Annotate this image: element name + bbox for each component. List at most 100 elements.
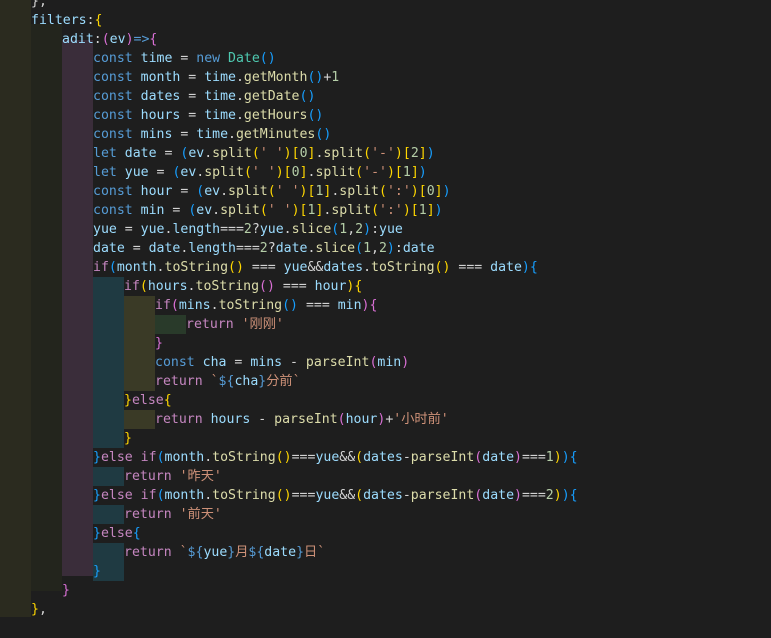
- code-line[interactable]: }: [93, 562, 101, 581]
- code-line[interactable]: adit:(ev)=>{: [62, 30, 157, 49]
- code-line[interactable]: }else{: [93, 524, 141, 543]
- indent-guide: [93, 372, 124, 391]
- code-token: (: [355, 488, 364, 503]
- code-token: ev: [188, 146, 205, 161]
- code-line[interactable]: if(month.toString() === yue&&dates.toStr…: [93, 258, 538, 277]
- code-token: time: [204, 89, 236, 104]
- code-line[interactable]: [31, 619, 47, 638]
- code-token: '刚刚': [241, 317, 284, 332]
- code-line[interactable]: const mins = time.getMinutes(): [93, 125, 331, 144]
- code-line[interactable]: return '刚刚': [186, 315, 284, 334]
- indent-guide: [93, 296, 124, 315]
- code-token: date: [482, 488, 515, 503]
- code-token: time: [204, 70, 236, 85]
- code-token: '前天': [179, 507, 222, 522]
- code-token: (: [228, 260, 236, 275]
- code-line[interactable]: return `${cha}分前`: [155, 372, 301, 391]
- code-line[interactable]: }: [155, 334, 163, 353]
- code-token: },: [31, 0, 47, 9]
- code-line[interactable]: const time = new Date(): [93, 49, 276, 68]
- code-token: getDate: [243, 89, 300, 104]
- code-token: ): [394, 146, 403, 161]
- code-token: 1: [418, 203, 427, 218]
- code-line[interactable]: return '前天': [124, 505, 222, 524]
- code-token: ): [323, 127, 332, 142]
- code-line[interactable]: const month = time.getMonth()+1: [93, 68, 339, 87]
- code-line[interactable]: return `${yue}月${date}日`: [124, 543, 325, 562]
- code-token: {: [149, 32, 158, 47]
- code-line[interactable]: },: [31, 600, 47, 619]
- code-token: }: [124, 393, 132, 408]
- code-line[interactable]: }: [62, 581, 70, 600]
- code-token: =>: [133, 32, 150, 47]
- code-token: toString: [195, 279, 260, 294]
- code-token: return: [124, 507, 172, 522]
- code-line[interactable]: const hours = time.getHours(): [93, 106, 323, 125]
- code-line[interactable]: }else{: [124, 391, 172, 410]
- code-token: else: [100, 488, 133, 503]
- code-line[interactable]: let yue = (ev.split(' ')[0].split('-')[1…: [93, 163, 427, 182]
- code-token: (: [156, 450, 165, 465]
- code-token: 0: [291, 165, 300, 180]
- code-token: (: [259, 51, 268, 66]
- code-editor[interactable]: }, filters:{adit:(ev)=>{const time = new …: [0, 0, 771, 617]
- code-token: (: [243, 165, 252, 180]
- code-token: [: [394, 165, 403, 180]
- code-line[interactable]: if(mins.toString() === min){: [155, 296, 377, 315]
- code-line[interactable]: const cha = mins - parseInt(min): [155, 353, 409, 372]
- code-line[interactable]: let date = (ev.split(' ')[0].split('-')[…: [93, 144, 435, 163]
- code-token: hour: [140, 184, 173, 199]
- code-token: =: [172, 184, 197, 199]
- code-token: return: [155, 412, 203, 427]
- code-token: .: [204, 146, 213, 161]
- code-line[interactable]: date = date.length===2?date.slice(1,2):d…: [93, 239, 435, 258]
- code-line[interactable]: return '昨天': [124, 467, 222, 486]
- code-token: month: [140, 70, 181, 85]
- code-token: .: [235, 108, 244, 123]
- code-token: {: [94, 13, 103, 28]
- code-token: ,: [38, 602, 47, 617]
- code-token: }: [62, 583, 70, 598]
- code-line[interactable]: const dates = time.getDate(): [93, 87, 315, 106]
- code-line[interactable]: filters:{: [31, 11, 102, 30]
- code-line[interactable]: }else if(month.toString()===yue&&(dates-…: [93, 448, 578, 467]
- code-token: :: [86, 13, 95, 28]
- code-token: 1: [545, 450, 554, 465]
- code-token: {: [132, 526, 141, 541]
- code-token: 2: [355, 222, 364, 237]
- code-token: cha: [234, 374, 259, 389]
- code-token: slice: [315, 241, 356, 256]
- code-line[interactable]: const hour = (ev.split(' ')[1].split(':'…: [93, 182, 451, 201]
- indent-guide: [93, 467, 124, 486]
- code-line[interactable]: }: [124, 429, 132, 448]
- code-token: yue: [124, 165, 149, 180]
- code-line[interactable]: if(hours.toString() === hour){: [124, 277, 362, 296]
- code-token: [: [291, 146, 300, 161]
- code-line[interactable]: yue = yue.length===2?yue.slice(1,2):yue: [93, 220, 403, 239]
- code-token: .: [283, 222, 292, 237]
- code-token: hours: [147, 279, 188, 294]
- code-token: ]: [418, 146, 427, 161]
- code-token: }: [296, 545, 305, 560]
- code-token: if: [155, 298, 171, 313]
- code-token: (: [108, 260, 117, 275]
- code-token: -: [402, 488, 411, 503]
- code-token: yue: [203, 545, 228, 560]
- code-token: return: [186, 317, 234, 332]
- code-line[interactable]: return hours - parseInt(hour)+'小时前': [155, 410, 449, 429]
- code-token: split: [228, 184, 268, 199]
- code-line[interactable]: const min = (ev.split(' ')[1].split(':')…: [93, 201, 443, 220]
- code-line[interactable]: },: [31, 0, 47, 11]
- code-token: .: [187, 279, 196, 294]
- code-token: '昨天': [179, 469, 222, 484]
- code-line[interactable]: }else if(month.toString()===yue&&(dates-…: [93, 486, 578, 505]
- code-token: mins: [178, 298, 211, 313]
- code-token: {: [369, 298, 378, 313]
- code-token: .: [235, 89, 244, 104]
- code-token: .: [235, 70, 244, 85]
